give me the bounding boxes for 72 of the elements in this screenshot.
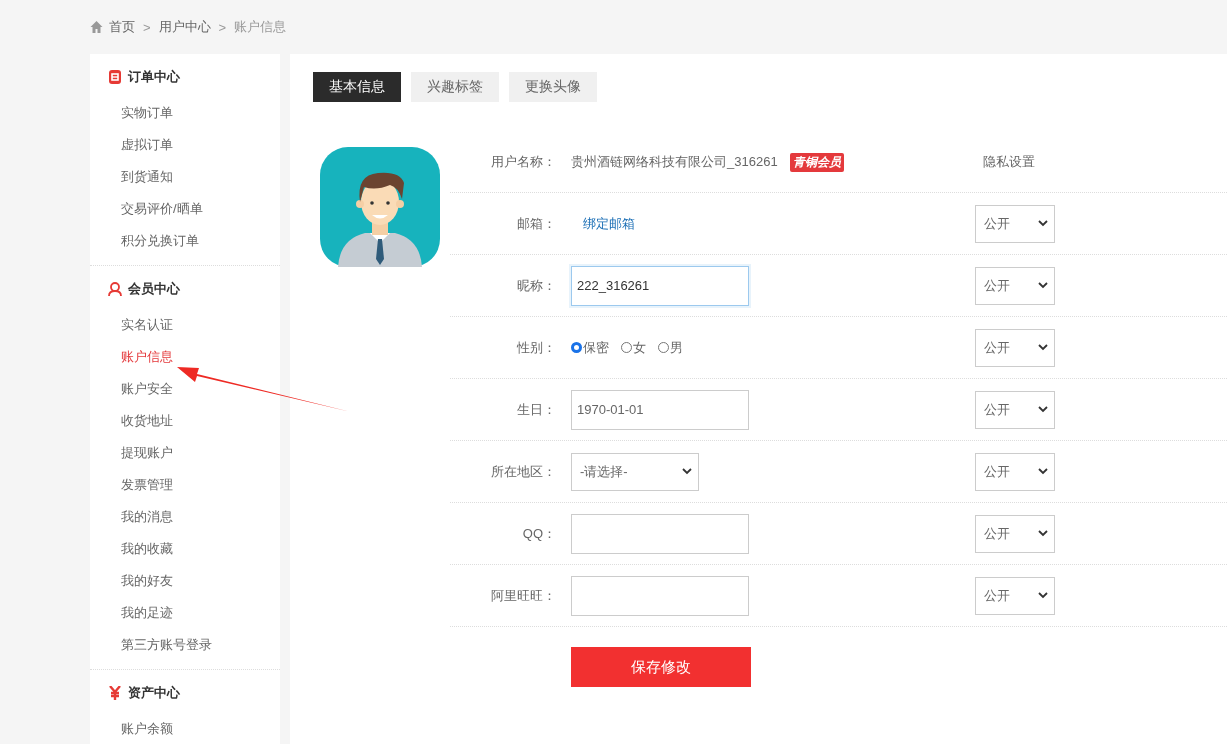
username-text: 贵州酒链网络科技有限公司_316261 — [571, 153, 778, 171]
sidebar-item[interactable]: 发票管理 — [90, 469, 173, 501]
sidebar-item[interactable]: 我的足迹 — [90, 597, 173, 629]
privacy-dropdown[interactable]: 公开 — [975, 452, 1055, 491]
section-title: 订单中心 — [128, 68, 180, 86]
privacy-dropdown[interactable]: 公开 — [975, 390, 1055, 429]
breadcrumb-link[interactable]: 用户中心 — [158, 18, 211, 36]
chevron-down-icon — [1038, 220, 1048, 227]
chevron-down-icon — [1038, 530, 1048, 537]
column-header: 隐私设置 — [983, 153, 1035, 171]
radio-option[interactable]: 男 — [658, 338, 683, 357]
privacy-dropdown[interactable]: 公开 — [975, 328, 1055, 367]
chevron-down-icon — [1038, 282, 1048, 289]
radio-label: 保密 — [583, 338, 609, 357]
document-icon — [108, 70, 122, 84]
sidebar-item[interactable]: 收货地址 — [90, 405, 173, 437]
breadcrumb-separator: > — [143, 19, 151, 35]
field-label: 所在地区： — [490, 462, 557, 481]
input-field[interactable] — [571, 513, 749, 554]
tab[interactable]: 基本信息 — [313, 72, 401, 102]
radio-button[interactable] — [571, 342, 582, 353]
section-title: 会员中心 — [128, 280, 180, 298]
sidebar-item[interactable]: 账户安全 — [90, 373, 173, 405]
save-button[interactable]: 保存修改 — [571, 647, 751, 687]
input-field[interactable]: 1970-01-01 — [571, 389, 749, 430]
input-field[interactable] — [571, 575, 749, 616]
input-field[interactable]: 222_316261 — [571, 265, 749, 306]
breadcrumb-separator: > — [218, 19, 227, 35]
sidebar-item[interactable]: 账户信息 — [90, 341, 173, 373]
breadcrumb-link[interactable]: 首页 — [109, 18, 135, 36]
section-title: 资产中心 — [128, 684, 180, 702]
sidebar-item[interactable]: 虚拟订单 — [90, 129, 173, 161]
sidebar-item[interactable]: 交易评价/晒单 — [90, 193, 203, 225]
sidebar-item[interactable]: 提现账户 — [90, 437, 173, 469]
privacy-dropdown[interactable]: 公开 — [975, 514, 1055, 553]
radio-label: 男 — [670, 338, 683, 357]
radio-label: 女 — [633, 338, 646, 357]
sidebar-item[interactable]: 第三方账号登录 — [90, 629, 212, 661]
field-label: 生日： — [516, 400, 557, 419]
member-badge: 青铜会员 — [789, 152, 844, 172]
privacy-dropdown[interactable]: 公开 — [975, 266, 1055, 305]
privacy-dropdown[interactable]: 公开 — [975, 576, 1055, 615]
field-label: QQ： — [521, 524, 557, 543]
field-label: 用户名称： — [490, 153, 557, 171]
sidebar-item[interactable]: 实名认证 — [90, 309, 173, 341]
sidebar-item[interactable]: 我的消息 — [90, 501, 173, 533]
sidebar-item[interactable]: 我的收藏 — [90, 533, 173, 565]
field-label: 阿里旺旺： — [490, 586, 557, 605]
tab[interactable]: 更换头像 — [509, 72, 597, 102]
chevron-down-icon — [1038, 592, 1048, 599]
field-label: 邮箱： — [516, 214, 557, 233]
sidebar-item[interactable]: 账户余额 — [90, 713, 173, 744]
breadcrumb-current: 账户信息 — [234, 18, 287, 36]
chevron-down-icon — [1038, 468, 1048, 475]
radio-option[interactable]: 女 — [621, 338, 646, 357]
field-label: 性别： — [516, 338, 557, 357]
region-dropdown[interactable]: -请选择- — [571, 452, 699, 491]
yen-icon — [108, 686, 122, 700]
home-icon — [90, 21, 103, 33]
person-icon — [108, 282, 122, 296]
privacy-dropdown[interactable]: 公开 — [975, 204, 1055, 243]
sidebar-item[interactable]: 积分兑换订单 — [90, 225, 199, 257]
chevron-down-icon — [682, 468, 692, 475]
tab[interactable]: 兴趣标签 — [411, 72, 499, 102]
chevron-down-icon — [1038, 406, 1048, 413]
chevron-down-icon — [1038, 344, 1048, 351]
sidebar-item[interactable]: 我的好友 — [90, 565, 173, 597]
bind-email-link[interactable]: 绑定邮箱 — [583, 214, 635, 233]
field-label: 昵称： — [516, 276, 557, 295]
radio-option[interactable]: 保密 — [571, 338, 609, 357]
sidebar-item[interactable]: 实物订单 — [90, 97, 173, 129]
sidebar-item[interactable]: 到货通知 — [90, 161, 173, 193]
